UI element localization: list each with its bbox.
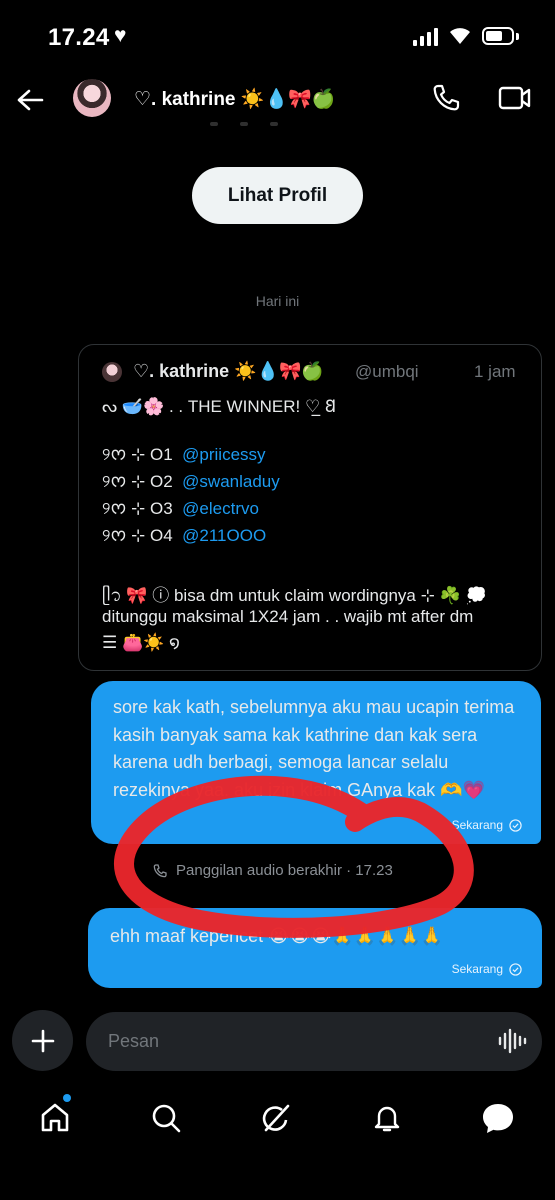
message-status: Sekarang [452, 962, 522, 976]
messages-icon [483, 1104, 513, 1133]
back-button[interactable] [14, 84, 46, 116]
quoted-post-note: ditunggu maksimal 1X24 jam . . wajib mt … [102, 607, 474, 626]
status-icons [413, 26, 519, 46]
home-icon [41, 1103, 69, 1132]
winner-mention-link[interactable]: @211OOO [182, 526, 266, 545]
nav-grok[interactable] [256, 1098, 296, 1138]
phone-icon [433, 84, 460, 111]
phone-icon [153, 863, 167, 877]
message-text: sore kak kath, sebelumnya aku mau ucapin… [113, 697, 515, 800]
battery-tip [516, 32, 519, 40]
call-ended-notice: Panggilan audio berakhir · 17.23 [152, 862, 393, 879]
winner-number: ୨ᰔ ⊹ O2 [102, 472, 173, 491]
quoted-post-headline: ᔓ 🥣🌸 . . THE WINNER! ♡̲ 𐐒 [102, 397, 337, 416]
signal-icon [413, 26, 438, 46]
heart-icon: ♥ [114, 24, 127, 47]
winner-number: ୨ᰔ ⊹ O4 [102, 526, 173, 545]
status-time: 17.24 [48, 24, 110, 51]
nav-notifications[interactable] [367, 1098, 407, 1138]
avatar[interactable] [73, 79, 111, 117]
quoted-post-note: ☰ 👛☀️ ໑ [102, 633, 180, 652]
winner-row: ୨ᰔ ⊹ O2 @swanladuy [102, 469, 280, 495]
winner-mention-link[interactable]: @priicessy [182, 445, 265, 464]
message-text: ehh maaf kepencet 😭😭😭🙏🙏🙏🙏🙏 [110, 926, 444, 946]
winner-number: ୨ᰔ ⊹ O1 [102, 445, 173, 464]
voice-message-button[interactable] [496, 1025, 528, 1057]
message-status-label: Sekarang [451, 818, 503, 832]
message-status-label: Sekarang [451, 962, 503, 976]
waveform-icon [498, 1028, 527, 1054]
winner-row: ୨ᰔ ⊹ O4 @211OOO [102, 523, 266, 549]
quoted-post-time: 1 jam [474, 362, 516, 381]
winner-row: ୨ᰔ ⊹ O1 @priicessy [102, 442, 266, 468]
nav-home[interactable] [35, 1098, 75, 1138]
audio-call-button[interactable] [430, 82, 462, 114]
date-separator: Hari ini [255, 293, 300, 309]
quoted-post-author: ♡. kathrine ☀️💧🎀🍏 [133, 361, 324, 381]
add-attachment-button[interactable] [12, 1010, 73, 1071]
winner-number: ୨ᰔ ⊹ O3 [102, 499, 173, 518]
nav-search[interactable] [146, 1098, 186, 1138]
notification-dot [63, 1094, 71, 1102]
arrow-left-icon [17, 89, 44, 111]
scrolled-content-fragment [210, 122, 310, 130]
conversation-title[interactable]: ♡. kathrine ☀️💧🎀🍏 [134, 87, 335, 111]
message-status: Sekarang [452, 818, 522, 832]
check-circle-icon [509, 962, 522, 976]
bell-icon [374, 1106, 400, 1132]
quoted-post-avatar [102, 362, 122, 382]
quoted-post-handle: @umbqi [355, 362, 419, 381]
grok-icon [262, 1104, 290, 1132]
video-camera-icon [498, 86, 531, 110]
battery-icon [482, 27, 514, 45]
winner-mention-link[interactable]: @electrvo [182, 499, 259, 518]
wifi-icon [450, 28, 470, 44]
message-input[interactable] [86, 1012, 542, 1071]
view-profile-button[interactable]: Lihat Profil [192, 167, 363, 224]
winner-row: ୨ᰔ ⊹ O3 @electrvo [102, 496, 259, 522]
search-icon [152, 1104, 181, 1133]
check-circle-icon [509, 818, 522, 832]
nav-messages[interactable] [478, 1098, 518, 1138]
video-call-button[interactable] [497, 82, 533, 114]
plus-icon [31, 1029, 54, 1052]
winner-mention-link[interactable]: @swanladuy [182, 472, 280, 491]
call-ended-label: Panggilan audio berakhir · 17.23 [176, 862, 393, 879]
